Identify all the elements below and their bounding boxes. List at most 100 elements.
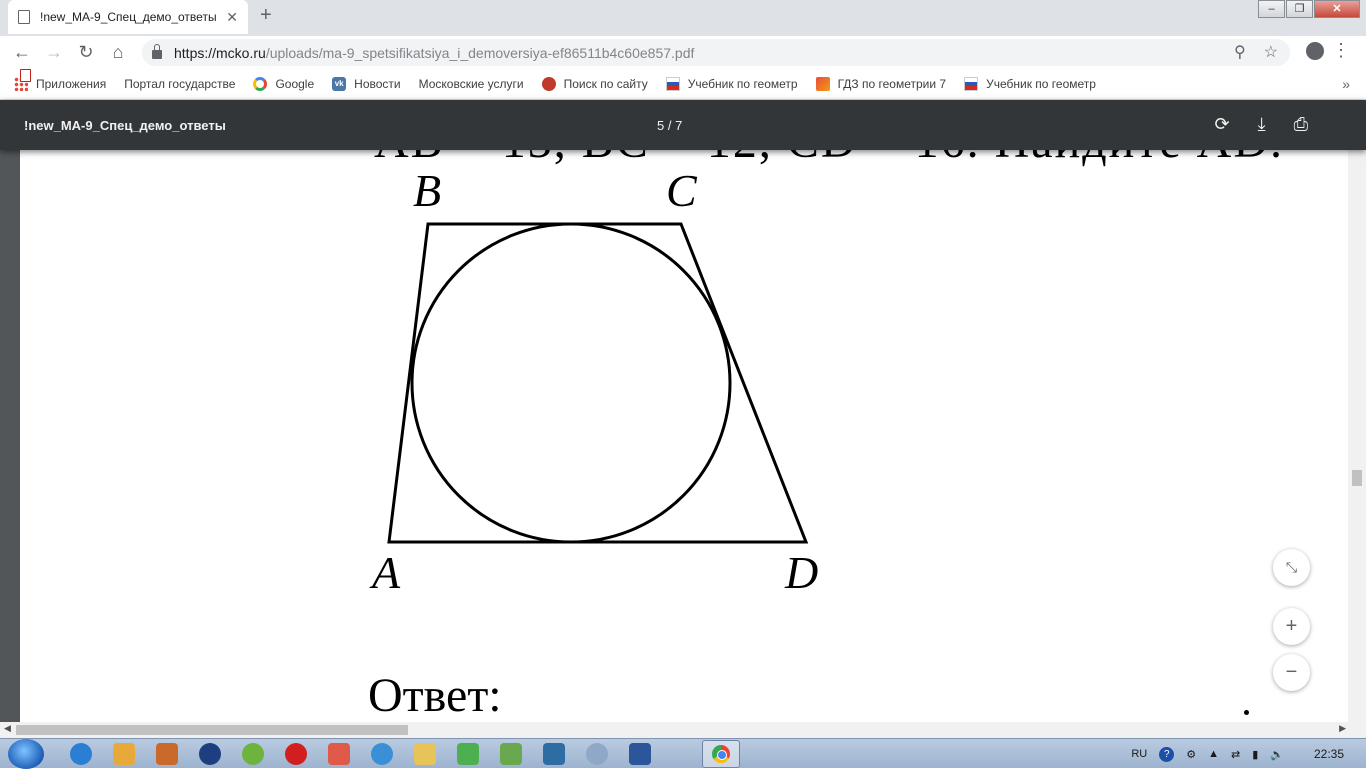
app-red-icon[interactable]	[328, 743, 350, 765]
zoom-lens-icon[interactable]: ⚲	[1234, 42, 1246, 62]
language-indicator[interactable]: RU	[1131, 748, 1147, 760]
hp-icon[interactable]	[199, 743, 221, 765]
document-icon	[18, 10, 30, 24]
pdf-title: !new_MA-9_Спец_демо_ответы	[24, 118, 226, 133]
answer-label: Ответ:	[368, 669, 502, 722]
pdf-page: AB = 13, BC = 12, CD = 16. Найдите AD. B…	[20, 100, 1348, 722]
windows-taskbar: RU ? ⚙ ▲ ⇄ ▮ 🔈 22:35	[0, 738, 1366, 769]
pdf-toolbar: !new_MA-9_Спец_демо_ответы 5 / 7 ⟳ ⤓ ⎙	[0, 100, 1366, 150]
start-button[interactable]	[8, 739, 44, 769]
bookmark-label: Портал государстве	[124, 77, 236, 91]
trapezoid-abcd	[387, 222, 809, 544]
bookmark-item[interactable]: Портал государстве	[20, 69, 236, 91]
gdz-icon	[815, 77, 830, 91]
chrome-icon	[712, 745, 730, 763]
network-icon[interactable]	[500, 743, 522, 765]
inscribed-circle	[410, 222, 732, 544]
rotate-icon[interactable]: ⟳	[1215, 114, 1230, 135]
forward-arrow-icon[interactable]: →	[38, 42, 70, 63]
tab-pdf[interactable]: !new_MA-9_Спец_демо_ответы ✕	[8, 0, 248, 34]
app-green-icon[interactable]	[457, 743, 479, 765]
bug-icon	[541, 77, 556, 91]
system-tray: RU ? ⚙ ▲ ⇄ ▮ 🔈 22:35	[1131, 739, 1366, 769]
bookmark-label: Новости	[354, 77, 401, 91]
opera-icon[interactable]	[285, 743, 307, 765]
vertical-scrollbar[interactable]	[1348, 150, 1366, 722]
bookmark-label: Приложения	[36, 77, 107, 91]
flag-icon	[964, 77, 979, 91]
more-bookmarks-icon[interactable]: »	[1342, 76, 1350, 92]
bookmark-item[interactable]: Московские услуги	[20, 69, 524, 91]
print-icon[interactable]: ⎙	[1294, 114, 1308, 135]
bookmarks-bar: Приложения Портал государстве Google vk Ново…	[0, 69, 1366, 100]
horizontal-scroll-thumb[interactable]	[16, 725, 408, 735]
close-window-icon[interactable]: ✕	[1314, 0, 1360, 18]
lock-icon	[152, 44, 162, 59]
answer-dot	[1244, 710, 1249, 715]
vertex-label-c: C	[666, 165, 697, 216]
scroll-right-icon[interactable]: ▶	[1339, 723, 1346, 734]
vertex-label-d: D	[785, 547, 819, 598]
tab-strip: !new_MA-9_Спец_демо_ответы ✕ + – ❐ ✕	[0, 0, 1366, 36]
window-controls: – ❐ ✕	[1258, 0, 1360, 18]
new-tab-icon[interactable]: +	[260, 4, 272, 27]
bookmark-item[interactable]: Google	[253, 77, 314, 91]
url-host: https://mcko.ru	[174, 44, 266, 61]
flag-icon	[665, 77, 680, 91]
bookmark-label: Учебник по геометр	[986, 77, 1096, 91]
scroll-left-icon[interactable]: ◀	[4, 723, 11, 734]
minimize-icon[interactable]: –	[1258, 0, 1285, 18]
kebab-menu-icon[interactable]: ⋮	[1332, 40, 1350, 61]
folder-icon[interactable]	[414, 743, 436, 765]
disc-icon[interactable]	[242, 743, 264, 765]
bookmark-item[interactable]: Поиск по сайту	[541, 77, 648, 91]
vertical-scroll-thumb[interactable]	[1352, 470, 1362, 486]
horizontal-scrollbar[interactable]: ◀ ▶	[0, 722, 1366, 738]
bookmark-item[interactable]: Учебник по геометр	[665, 77, 798, 91]
word-icon[interactable]	[629, 743, 651, 765]
show-hidden-icons[interactable]: ▲	[1208, 748, 1219, 760]
fit-to-page-button[interactable]: ⤡	[1273, 549, 1310, 586]
profile-avatar-icon[interactable]	[1306, 42, 1324, 60]
help-icon[interactable]: ?	[1159, 746, 1175, 762]
address-bar[interactable]: https://mcko.ru/uploads/ma-9_spetsifikat…	[142, 39, 1290, 66]
battery-icon[interactable]: ▮	[1252, 748, 1258, 761]
program-icon[interactable]	[156, 743, 178, 765]
volume-icon[interactable]: 🔈	[1270, 748, 1284, 761]
reload-icon[interactable]: ↻	[70, 42, 102, 63]
bookmark-label: Учебник по геометр	[687, 77, 798, 91]
clock[interactable]: 22:35	[1314, 747, 1344, 761]
bookmark-label: Google	[275, 77, 315, 91]
app-gear-icon[interactable]	[586, 743, 608, 765]
zoom-out-button[interactable]: −	[1273, 654, 1310, 691]
home-icon[interactable]: ⌂	[102, 42, 134, 63]
vertex-label-b: B	[413, 165, 442, 216]
google-icon	[253, 77, 268, 91]
close-tab-icon[interactable]: ✕	[226, 9, 238, 26]
star-icon[interactable]: ☆	[1264, 42, 1278, 62]
pdf-viewer: !new_MA-9_Спец_демо_ответы 5 / 7 ⟳ ⤓ ⎙ A…	[0, 100, 1366, 738]
app-blue-icon[interactable]	[371, 743, 393, 765]
page-icon	[20, 69, 31, 82]
bookmark-item[interactable]: ГДЗ по геометрии 7	[815, 77, 947, 91]
bookmark-label: Московские услуги	[418, 77, 524, 91]
bookmark-label: ГДЗ по геометрии 7	[837, 77, 947, 91]
network-tray-icon[interactable]: ⇄	[1231, 748, 1240, 761]
browser-toolbar: ← → ↻ ⌂ https://mcko.ru/uploads/ma-9_spe…	[0, 36, 1366, 69]
bookmark-item[interactable]: vk Новости	[332, 77, 401, 91]
maximize-icon[interactable]: ❐	[1286, 0, 1313, 18]
tab-title: !new_MA-9_Спец_демо_ответы	[40, 10, 217, 24]
bookmark-item[interactable]: Учебник по геометр	[964, 77, 1096, 91]
bookmark-label: Поиск по сайту	[563, 77, 648, 91]
download-icon[interactable]: ⤓	[1258, 114, 1266, 135]
url-path: /uploads/ma-9_spetsifikatsiya_i_demovers…	[265, 44, 695, 61]
tray-settings-icon[interactable]: ⚙	[1186, 748, 1196, 761]
page-indicator[interactable]: 5 / 7	[657, 118, 682, 133]
ie-icon[interactable]	[70, 743, 92, 765]
vk-icon: vk	[332, 77, 347, 91]
media-player-icon[interactable]	[113, 743, 135, 765]
vertex-label-a: A	[372, 547, 401, 598]
zoom-in-button[interactable]: +	[1273, 608, 1310, 645]
app-chart-icon[interactable]	[543, 743, 565, 765]
back-arrow-icon[interactable]: ←	[6, 42, 38, 63]
